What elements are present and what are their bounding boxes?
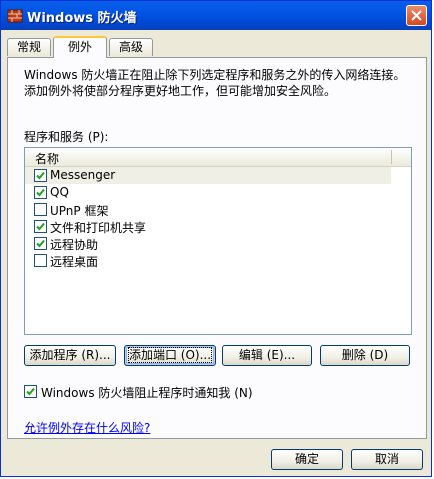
item-label: 远程协助 [50,238,99,252]
title-bar[interactable]: Windows 防火墙 [1,1,431,30]
list-item[interactable]: 文件和打印机共享 [25,218,391,235]
list-item[interactable]: 远程协助 [25,235,391,252]
item-label: Messenger [50,168,116,182]
firewall-dialog: Windows 防火墙 常规 例外 高级 Windows 防火墙正在阻止除下列选… [0,0,432,477]
item-checkbox[interactable] [34,237,47,250]
item-label: QQ [50,185,69,199]
checkmark-icon [36,239,45,248]
risk-help-link[interactable]: 允许例外存在什么风险? [24,419,150,436]
item-checkbox[interactable] [34,203,47,216]
tab-advanced[interactable]: 高级 [109,38,153,56]
firewall-icon [7,8,23,24]
checkmark-icon [36,222,45,231]
intro-text: Windows 防火墙正在阻止除下列选定程序和服务之外的传入网络连接。添加例外将… [24,68,406,98]
notify-label: Windows 防火墙阻止程序时通知我 (N) [41,386,253,400]
close-button[interactable] [406,5,427,26]
list-item[interactable]: 远程桌面 [25,252,391,269]
add-program-button[interactable]: 添加程序 (R)... [24,345,116,366]
item-checkbox[interactable] [34,169,47,182]
close-icon [411,10,422,21]
exceptions-panel: Windows 防火墙正在阻止除下列选定程序和服务之外的传入网络连接。添加例外将… [7,57,427,439]
programs-list[interactable]: 名称 Messenger QQ UPnP 框架文件和打印机共享 远程协助远程桌面 [24,147,412,335]
list-item[interactable]: QQ [25,184,391,201]
checkmark-icon [36,171,45,180]
list-header[interactable]: 名称 [25,148,411,167]
list-item[interactable]: UPnP 框架 [25,201,391,218]
column-header-name[interactable]: 名称 [35,150,59,167]
programs-label: 程序和服务 (P): [24,130,109,144]
tab-exceptions[interactable]: 例外 [53,36,107,58]
add-port-button-label: 添加端口 (O)... [127,347,213,363]
tab-general[interactable]: 常规 [7,38,51,56]
item-checkbox[interactable] [34,254,47,267]
list-item[interactable]: Messenger [25,167,391,184]
item-label: 文件和打印机共享 [50,221,147,235]
item-label: 远程桌面 [50,255,99,269]
cancel-button[interactable]: 取消 [351,449,423,470]
checkmark-icon [26,387,35,396]
window-title: Windows 防火墙 [27,11,137,26]
ok-button[interactable]: 确定 [271,449,343,470]
delete-button[interactable]: 删除 (D) [320,345,410,366]
checkmark-icon [36,188,45,197]
edit-button[interactable]: 编辑 (E)... [222,345,312,366]
notify-checkbox[interactable] [24,385,37,398]
add-port-button[interactable]: 添加端口 (O)... [124,345,216,366]
column-divider [391,150,392,164]
item-label: UPnP 框架 [50,204,109,218]
item-checkbox[interactable] [34,186,47,199]
item-checkbox[interactable] [34,220,47,233]
